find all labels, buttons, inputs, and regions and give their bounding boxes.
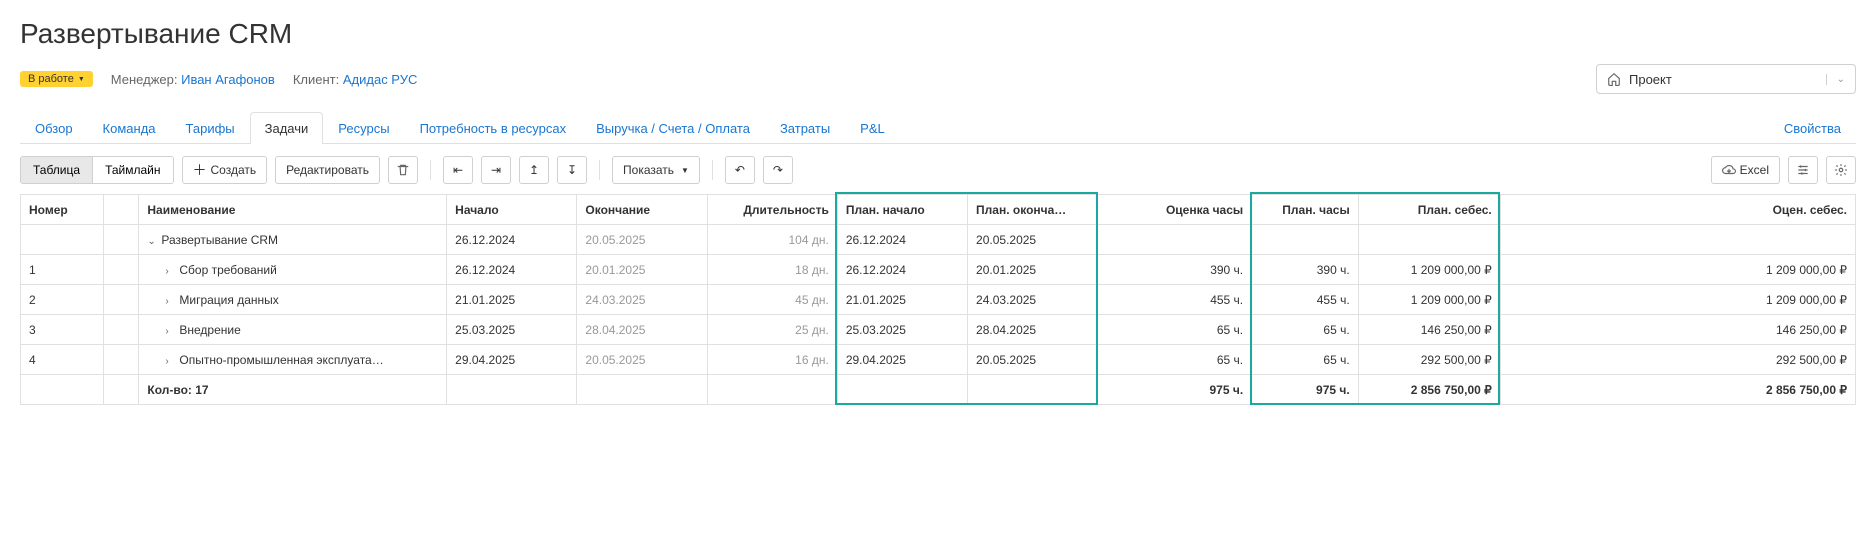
sliders-icon	[1796, 163, 1810, 177]
task-name: Развертывание CRM	[161, 233, 278, 247]
outdent-button[interactable]: ⇤	[443, 156, 473, 184]
column-header[interactable]: План. себес.	[1358, 195, 1500, 225]
view-toggle: Таблица Таймлайн	[20, 156, 174, 184]
caret-down-icon: ▼	[681, 166, 689, 175]
arrow-left-bar-icon: ⇤	[453, 163, 463, 177]
arrow-up-icon: ↥	[529, 163, 539, 177]
tab-revenue[interactable]: Выручка / Счета / Оплата	[581, 112, 765, 144]
project-selector[interactable]: Проект ⌄	[1596, 64, 1856, 94]
meta-row: В работе Менеджер: Иван Агафонов Клиент:…	[20, 64, 1856, 94]
cloud-download-icon	[1722, 163, 1736, 177]
settings-columns-button[interactable]	[1788, 156, 1818, 184]
table-row[interactable]: 3›Внедрение25.03.202528.04.202525 дн.25.…	[21, 315, 1856, 345]
status-badge[interactable]: В работе	[20, 71, 93, 87]
column-header[interactable]: Номер	[21, 195, 104, 225]
redo-button[interactable]: ↷	[763, 156, 793, 184]
tabs: Обзор Команда Тарифы Задачи Ресурсы Потр…	[20, 112, 1856, 144]
task-name: Миграция данных	[179, 293, 278, 307]
move-down-button[interactable]: ↧	[557, 156, 587, 184]
tab-overview[interactable]: Обзор	[20, 112, 88, 144]
task-name: Внедрение	[179, 323, 240, 337]
column-header[interactable]: Окончание	[577, 195, 707, 225]
client-link[interactable]: Адидас РУС	[343, 72, 417, 87]
home-icon	[1607, 72, 1621, 86]
edit-button[interactable]: Редактировать	[275, 156, 380, 184]
view-timeline-button[interactable]: Таймлайн	[92, 157, 172, 183]
tasks-table[interactable]: Номер НаименованиеНачалоОкончаниеДлительн…	[20, 194, 1856, 405]
toolbar: Таблица Таймлайн ＋Создать Редактировать …	[20, 156, 1856, 184]
delete-button[interactable]	[388, 156, 418, 184]
column-header[interactable]: Наименование	[139, 195, 447, 225]
client-label: Клиент: Адидас РУС	[293, 72, 418, 87]
column-header[interactable]: План. оконча…	[968, 195, 1098, 225]
table-row[interactable]: 2›Миграция данных21.01.202524.03.202545 …	[21, 285, 1856, 315]
column-header[interactable]: Оценка часы	[1098, 195, 1252, 225]
table-row[interactable]: 4›Опытно-промышленная эксплуата…29.04.20…	[21, 345, 1856, 375]
undo-button[interactable]: ↶	[725, 156, 755, 184]
tab-rates[interactable]: Тарифы	[171, 112, 250, 144]
tab-tasks[interactable]: Задачи	[250, 112, 324, 144]
tab-pl[interactable]: P&L	[845, 112, 900, 144]
gear-icon	[1834, 163, 1848, 177]
tab-team[interactable]: Команда	[88, 112, 171, 144]
settings-gear-button[interactable]	[1826, 156, 1856, 184]
page-title: Развертывание CRM	[20, 18, 1856, 50]
table-row[interactable]: 1›Сбор требований26.12.202420.01.202518 …	[21, 255, 1856, 285]
chevron-right-icon[interactable]: ›	[165, 296, 175, 307]
table-row[interactable]: ⌄Развертывание CRM26.12.202420.05.202510…	[21, 225, 1856, 255]
column-header[interactable]: План. часы	[1252, 195, 1359, 225]
chevron-right-icon[interactable]: ›	[165, 326, 175, 337]
column-header[interactable]: Длительность	[707, 195, 837, 225]
tab-resource-demand[interactable]: Потребность в ресурсах	[405, 112, 582, 144]
excel-button[interactable]: Excel	[1711, 156, 1780, 184]
task-name: Сбор требований	[179, 263, 276, 277]
chevron-right-icon[interactable]: ›	[165, 266, 175, 277]
chevron-down-icon[interactable]: ⌄	[147, 236, 157, 247]
move-up-button[interactable]: ↥	[519, 156, 549, 184]
column-header[interactable]: Оцен. себес.	[1500, 195, 1855, 225]
arrow-down-icon: ↧	[567, 163, 577, 177]
grid-wrap: Номер НаименованиеНачалоОкончаниеДлительн…	[20, 194, 1856, 405]
view-table-button[interactable]: Таблица	[21, 157, 92, 183]
manager-label: Менеджер: Иван Агафонов	[111, 72, 275, 87]
chevron-right-icon[interactable]: ›	[165, 356, 175, 367]
show-button[interactable]: Показать▼	[612, 156, 700, 184]
trash-icon	[396, 163, 410, 177]
column-header[interactable]: Начало	[447, 195, 577, 225]
column-header[interactable]: План. начало	[837, 195, 967, 225]
chevron-down-icon: ⌄	[1826, 74, 1845, 85]
tab-resources[interactable]: Ресурсы	[323, 112, 404, 144]
manager-link[interactable]: Иван Агафонов	[181, 72, 275, 87]
tab-costs[interactable]: Затраты	[765, 112, 845, 144]
create-button[interactable]: ＋Создать	[182, 156, 268, 184]
undo-icon: ↶	[735, 163, 745, 177]
tab-properties[interactable]: Свойства	[1769, 112, 1856, 144]
column-header[interactable]	[103, 195, 139, 225]
indent-button[interactable]: ⇥	[481, 156, 511, 184]
task-name: Опытно-промышленная эксплуата…	[179, 353, 383, 367]
arrow-right-bar-icon: ⇥	[491, 163, 501, 177]
redo-icon: ↷	[773, 163, 783, 177]
